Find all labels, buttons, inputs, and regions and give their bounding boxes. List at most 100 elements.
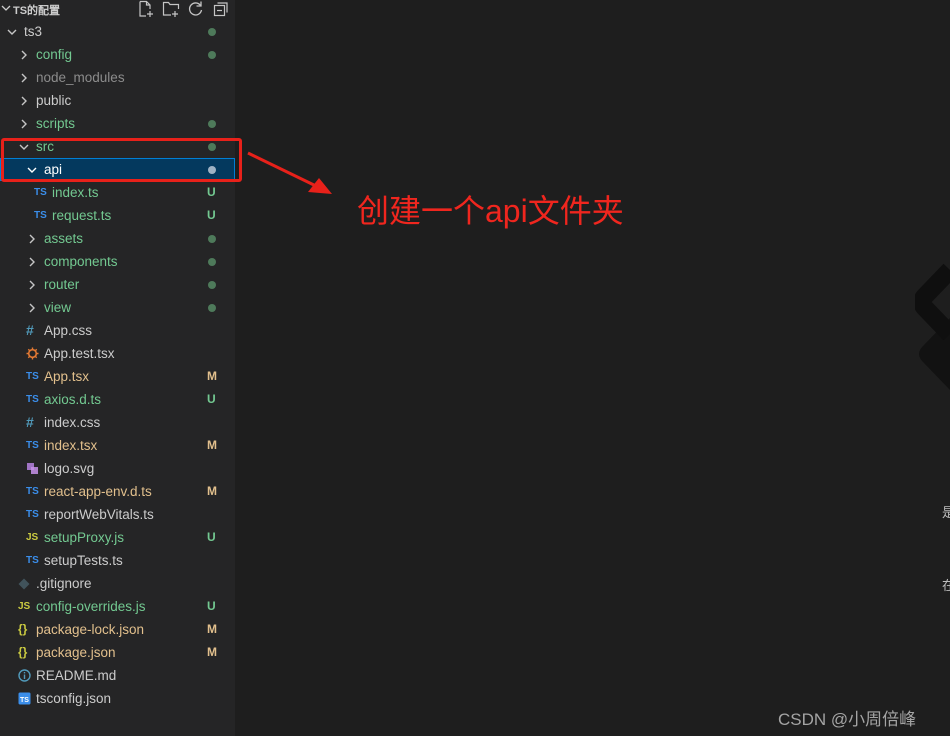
git-status-dot	[208, 120, 216, 128]
tree-item-label: .gitignore	[36, 576, 92, 591]
typescript-file-icon: TS	[26, 509, 39, 520]
chevron-down-icon[interactable]	[6, 20, 18, 43]
tree-item-label: index.tsx	[44, 438, 98, 453]
file-item-gitignore[interactable]: .gitignore	[0, 572, 235, 595]
folder-item-router[interactable]: router	[0, 273, 235, 296]
chevron-right-icon[interactable]	[18, 66, 30, 89]
json-file-icon: {}	[18, 622, 28, 636]
file-item-tsconfig-json[interactable]: TS tsconfig.json	[0, 687, 235, 710]
git-status-dot	[208, 235, 216, 243]
tree-item-label: package.json	[36, 645, 116, 660]
chevron-down-icon[interactable]	[0, 1, 12, 17]
chevron-right-icon[interactable]	[26, 296, 38, 319]
tree-item-label: index.css	[44, 415, 101, 430]
tree-item-label: setupProxy.js	[44, 530, 125, 545]
folder-item-public[interactable]: public	[0, 89, 235, 112]
folder-item-components[interactable]: components	[0, 250, 235, 273]
tree-item-label: react-app-env.d.ts	[44, 484, 152, 499]
git-status-dot	[208, 51, 216, 59]
file-item-setupproxy-js[interactable]: JS setupProxy.js U	[0, 526, 235, 549]
tree-item-label: axios.d.ts	[44, 392, 102, 407]
new-file-button[interactable]	[137, 0, 155, 18]
file-item-config-overrides-js[interactable]: JS config-overrides.js U	[0, 595, 235, 618]
file-item-axios-d-ts[interactable]: TS axios.d.ts U	[0, 388, 235, 411]
annotation-text: 创建一个api文件夹	[357, 193, 624, 229]
javascript-file-icon: JS	[18, 601, 31, 612]
tree-item-label: ts3	[24, 24, 43, 39]
explorer-section-header[interactable]: TS的配置	[0, 0, 235, 19]
git-status-badge: U	[207, 208, 216, 222]
file-item-app-css[interactable]: # App.css	[0, 319, 235, 342]
tree-item-label: public	[36, 93, 72, 108]
tree-item-label: node_modules	[36, 70, 125, 85]
folder-item-config[interactable]: config	[0, 43, 235, 66]
typescript-file-icon: TS	[34, 187, 47, 198]
git-status-badge: M	[207, 645, 217, 659]
file-item-index-css[interactable]: # index.css	[0, 411, 235, 434]
chevron-right-icon[interactable]	[26, 227, 38, 250]
file-item-logo-svg[interactable]: logo.svg	[0, 457, 235, 480]
file-tree: ts3 config node_modules public scripts src api…	[0, 20, 235, 710]
git-status-dot	[208, 281, 216, 289]
chevron-right-icon[interactable]	[26, 250, 38, 273]
file-item-request-ts[interactable]: TS request.ts U	[0, 204, 235, 227]
folder-item-assets[interactable]: assets	[0, 227, 235, 250]
chevron-right-icon[interactable]	[18, 43, 30, 66]
file-item-index-tsx[interactable]: TS index.tsx M	[0, 434, 235, 457]
file-item-index-ts[interactable]: TS index.ts U	[0, 181, 235, 204]
file-item-setuptests-ts[interactable]: TS setupTests.ts	[0, 549, 235, 572]
css-file-icon: #	[26, 322, 34, 338]
annotation-arrow	[247, 151, 332, 194]
tree-item-label: router	[44, 277, 80, 292]
folder-item-scripts[interactable]: scripts	[0, 112, 235, 135]
tree-item-label: scripts	[36, 116, 76, 131]
tree-item-label: components	[44, 254, 118, 269]
tree-item-label: config-overrides.js	[36, 599, 146, 614]
svg-text:TS: TS	[20, 697, 29, 704]
tree-item-label: assets	[44, 231, 84, 246]
typescript-file-icon: TS	[26, 440, 39, 451]
typescript-file-icon: TS	[34, 210, 47, 221]
file-item-readme-md[interactable]: README.md	[0, 664, 235, 687]
folder-item-node-modules[interactable]: node_modules	[0, 66, 235, 89]
new-folder-button[interactable]	[162, 0, 180, 18]
test-file-icon	[26, 342, 39, 365]
git-status-badge: M	[207, 622, 217, 636]
tree-item-label: index.ts	[52, 185, 99, 200]
tree-item-label: reportWebVitals.ts	[44, 507, 154, 522]
typescript-file-icon: TS	[26, 486, 39, 497]
folder-item-view[interactable]: view	[0, 296, 235, 319]
tree-item-label: setupTests.ts	[44, 553, 123, 568]
new-folder-icon	[162, 1, 180, 17]
tree-item-label: App.css	[44, 323, 93, 338]
file-item-app-test-tsx[interactable]: App.test.tsx	[0, 342, 235, 365]
clipped-editor-text: 是	[942, 505, 950, 520]
typescript-file-icon: TS	[26, 394, 39, 405]
file-item-package-lock-json[interactable]: {} package-lock.json M	[0, 618, 235, 641]
tsconfig-file-icon: TS	[18, 687, 31, 710]
git-status-dot	[208, 304, 216, 312]
git-status-badge: U	[207, 599, 216, 613]
tree-item-label: README.md	[36, 668, 117, 683]
git-status-badge: M	[207, 369, 217, 383]
chevron-right-icon[interactable]	[18, 112, 30, 135]
explorer-title: TS的配置	[13, 5, 61, 17]
collapse-all-icon	[213, 2, 228, 17]
git-status-badge: U	[207, 530, 216, 544]
git-status-badge: M	[207, 484, 217, 498]
file-item-reportwebvitals-ts[interactable]: TS reportWebVitals.ts	[0, 503, 235, 526]
file-item-react-app-env-d-ts[interactable]: TS react-app-env.d.ts M	[0, 480, 235, 503]
watermark: CSDN @小周倍峰	[778, 710, 917, 729]
collapse-folders-button[interactable]	[212, 0, 230, 18]
refresh-explorer-button[interactable]	[187, 0, 205, 18]
chevron-right-icon[interactable]	[18, 89, 30, 112]
file-item-app-tsx[interactable]: TS App.tsx M	[0, 365, 235, 388]
git-status-dot	[208, 28, 216, 36]
file-item-package-json[interactable]: {} package.json M	[0, 641, 235, 664]
annotation-highlight-box	[1, 138, 242, 182]
git-status-badge: U	[207, 185, 216, 199]
chevron-right-icon[interactable]	[26, 273, 38, 296]
tree-item-label: config	[36, 47, 73, 62]
folder-item-ts3[interactable]: ts3	[0, 20, 235, 43]
tree-item-label: App.tsx	[44, 369, 90, 384]
